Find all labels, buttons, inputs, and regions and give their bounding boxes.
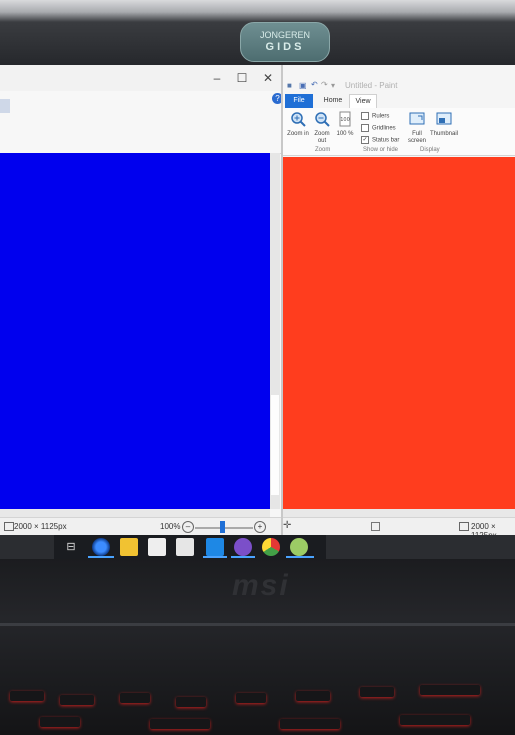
thumbnail-icon bbox=[436, 112, 452, 125]
redo-icon[interactable]: ↷ bbox=[321, 80, 328, 89]
keyboard-key bbox=[10, 691, 44, 701]
bezel-sticker: JONGEREN GIDS bbox=[240, 22, 330, 62]
canvas-size-icon bbox=[4, 522, 14, 531]
canvas-dimensions: 2000 × 1125px bbox=[14, 522, 67, 531]
vscode-active-indicator bbox=[203, 556, 227, 558]
zoom-in-button[interactable]: + bbox=[254, 521, 266, 533]
canvas-dimensions: 2000 × 1125px bbox=[471, 522, 497, 535]
status-bar-label: Status bar bbox=[372, 137, 400, 144]
sticker-line2: GIDS bbox=[265, 41, 305, 53]
scrollbar-thumb[interactable] bbox=[271, 395, 279, 495]
keyboard-key bbox=[280, 719, 340, 729]
minimize-button[interactable]: – bbox=[210, 71, 224, 85]
tab-file[interactable]: File bbox=[285, 94, 313, 108]
view-ribbon: Zoom in Zoom out 100 100 % Rulers Gridli… bbox=[283, 108, 515, 156]
group-display-label: Display bbox=[420, 147, 440, 153]
hundred-percent-button[interactable]: 100 100 % bbox=[335, 111, 355, 138]
red-canvas[interactable] bbox=[283, 157, 515, 509]
blue-canvas[interactable] bbox=[0, 153, 270, 509]
github-icon[interactable] bbox=[234, 538, 252, 556]
maximize-button[interactable]: ☐ bbox=[235, 71, 249, 85]
tab-home[interactable]: Home bbox=[319, 94, 347, 108]
save-icon[interactable]: ▣ bbox=[299, 81, 307, 90]
gridlines-checkbox[interactable]: Gridlines bbox=[361, 124, 396, 132]
svg-text:100: 100 bbox=[340, 117, 350, 123]
paint-window: ■ ▣ ↶ ↷ ▾ Untitled - Paint File Home Vie… bbox=[281, 65, 515, 535]
zoom-slider-thumb[interactable] bbox=[220, 521, 225, 533]
paint-icon[interactable] bbox=[290, 538, 308, 556]
mail-icon[interactable] bbox=[176, 538, 194, 556]
keyboard-key bbox=[400, 715, 470, 725]
keyboard-key bbox=[360, 687, 394, 697]
thumbnail-button[interactable]: Thumbnail bbox=[429, 111, 459, 138]
store-icon[interactable] bbox=[148, 538, 166, 556]
brand-logo: msi bbox=[232, 569, 290, 602]
task-view-icon[interactable]: ⊟ bbox=[62, 538, 80, 556]
screen: – ☐ ✕ ? 2000 × 1125px 100% – + ■ ▣ ↶ ↷ ▾ bbox=[0, 65, 515, 535]
zoom-in-label: Zoom in bbox=[287, 131, 309, 137]
thumbnail-label: Thumbnail bbox=[429, 131, 458, 137]
left-window: – ☐ ✕ ? 2000 × 1125px 100% – + bbox=[0, 65, 283, 535]
canvas-size-icon bbox=[459, 522, 469, 531]
left-title-bar: – ☐ ✕ bbox=[0, 65, 281, 91]
full-screen-button[interactable]: Full screen bbox=[405, 111, 429, 145]
vscode-icon[interactable] bbox=[206, 538, 224, 556]
rulers-label: Rulers bbox=[372, 113, 390, 120]
keyboard-key bbox=[120, 693, 150, 703]
group-show-hide-label: Show or hide bbox=[363, 147, 399, 153]
magnifier-minus-icon bbox=[315, 112, 330, 127]
left-status-bar: 2000 × 1125px 100% – + bbox=[0, 517, 281, 535]
move-cursor-icon: ✛ bbox=[283, 520, 292, 531]
keyboard-key bbox=[420, 685, 480, 695]
paint-active-indicator bbox=[286, 556, 314, 558]
github-active-indicator bbox=[231, 556, 255, 558]
group-zoom-label: Zoom bbox=[315, 147, 331, 153]
zoom-out-button[interactable]: – bbox=[182, 521, 194, 533]
close-button[interactable]: ✕ bbox=[261, 71, 275, 85]
full-screen-icon bbox=[409, 112, 425, 125]
gridlines-checkbox-box[interactable] bbox=[361, 124, 369, 132]
left-ribbon bbox=[0, 91, 281, 154]
keyboard-key bbox=[176, 697, 206, 707]
keyboard-key bbox=[296, 691, 330, 701]
full-screen-label: Full screen bbox=[407, 131, 426, 144]
ribbon-tabs: File Home View bbox=[283, 94, 515, 108]
zoom-out-ribbon-button[interactable]: Zoom out bbox=[311, 111, 333, 145]
taskbar: ⊟ bbox=[54, 535, 326, 559]
keyboard-key bbox=[236, 693, 266, 703]
file-explorer-icon[interactable] bbox=[120, 538, 138, 556]
gridlines-label: Gridlines bbox=[372, 125, 396, 132]
status-bar-checkbox-checked[interactable]: ✓ bbox=[361, 136, 369, 144]
window-title: Untitled - Paint bbox=[345, 81, 398, 90]
horizontal-scrollbar[interactable] bbox=[283, 509, 515, 517]
tab-view[interactable]: View bbox=[349, 94, 377, 108]
quick-access-bar: ■ ▣ ↶ ↷ ▾ Untitled - Paint bbox=[283, 78, 515, 94]
rulers-checkbox[interactable]: Rulers bbox=[361, 112, 389, 120]
paint-app-icon: ■ bbox=[287, 81, 292, 90]
horizontal-scrollbar[interactable] bbox=[0, 509, 270, 517]
ribbon-fragment-icon bbox=[0, 99, 10, 113]
magnifier-plus-icon bbox=[291, 112, 306, 127]
customize-icon[interactable]: ▾ bbox=[331, 81, 335, 90]
hundred-label: 100 % bbox=[336, 131, 354, 137]
keyboard-key bbox=[40, 717, 80, 727]
page-icon: 100 bbox=[339, 111, 351, 127]
chrome-icon[interactable] bbox=[262, 538, 280, 556]
edge-active-indicator bbox=[88, 556, 114, 558]
sticker-line1: JONGEREN bbox=[259, 30, 310, 40]
edge-icon[interactable] bbox=[92, 538, 110, 556]
undo-icon[interactable]: ↶ bbox=[311, 80, 318, 89]
selection-size-icon bbox=[371, 522, 380, 531]
zoom-out-label: Zoom out bbox=[314, 131, 330, 144]
laptop-body: msi bbox=[0, 559, 515, 735]
status-bar-checkbox[interactable]: ✓ Status bar bbox=[361, 136, 399, 144]
zoom-level: 100% bbox=[160, 522, 181, 531]
zoom-in-ribbon-button[interactable]: Zoom in bbox=[287, 111, 309, 138]
paint-status-bar: ✛ 2000 × 1125px bbox=[283, 517, 515, 535]
rulers-checkbox-box[interactable] bbox=[361, 112, 369, 120]
keyboard-key bbox=[60, 695, 94, 705]
laptop-hinge bbox=[0, 623, 515, 626]
keyboard-key bbox=[150, 719, 210, 729]
